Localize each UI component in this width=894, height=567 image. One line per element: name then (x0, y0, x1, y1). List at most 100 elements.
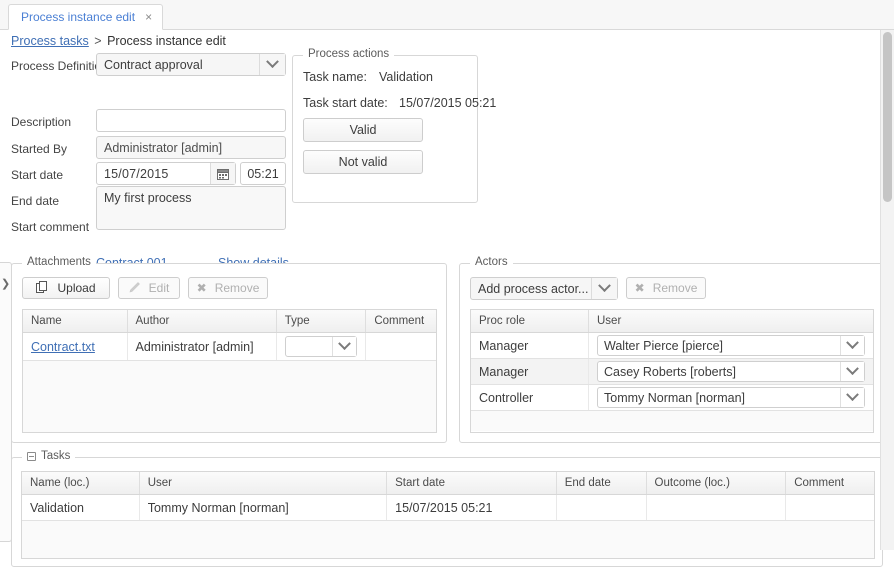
attachments-col-comment: Comment (374, 315, 425, 327)
tasks-col-outcome: Outcome (loc.) (647, 472, 787, 494)
browser-tab-strip: Process instance edit × (0, 0, 894, 30)
remove-attachment-label: Remove (214, 281, 260, 295)
chevron-down-icon[interactable] (332, 337, 357, 356)
browser-tab-process-instance-edit[interactable]: Process instance edit × (8, 4, 164, 30)
table-row[interactable]: Manager Walter Pierce [pierce] (471, 333, 873, 359)
chevron-down-icon[interactable] (840, 388, 864, 407)
attachments-table-header: Name Author Type Comment (23, 310, 436, 333)
vertical-scrollbar-thumb[interactable] (883, 32, 892, 202)
label-description: Description (11, 115, 72, 129)
attachments-table: Name Author Type Comment Contract.txt Ad… (22, 309, 437, 433)
description-input[interactable] (96, 109, 286, 132)
actor-user-select[interactable]: Casey Roberts [roberts] (597, 361, 865, 382)
breadcrumb: Process tasks > Process instance edit (11, 34, 226, 48)
remove-actor-label: Remove (652, 281, 698, 295)
task-start-date-value: 15/07/2015 05:21 (399, 96, 497, 110)
label-start-date: Start date (11, 168, 64, 182)
tasks-table-filler (22, 521, 874, 558)
chevron-down-icon[interactable] (591, 278, 617, 299)
remove-actor-button[interactable]: ✖ Remove (626, 277, 706, 299)
process-actions-legend: Process actions (303, 48, 395, 60)
cross-icon: ✖ (634, 281, 645, 295)
not-valid-button[interactable]: Not valid (303, 150, 423, 174)
table-row[interactable]: Manager Casey Roberts [roberts] (471, 359, 873, 385)
attachments-col-type: Type (277, 310, 367, 332)
table-row[interactable]: Contract.txt Administrator [admin] (23, 333, 436, 361)
attachments-table-filler (23, 361, 436, 432)
chevron-down-icon[interactable] (840, 362, 864, 381)
task-start-date-label: Task start date: (303, 96, 388, 110)
task-comment-cell (786, 495, 874, 520)
tasks-legend: Tasks (41, 450, 71, 462)
start-comment-textarea[interactable]: My first process (96, 186, 286, 230)
started-by-input[interactable]: Administrator [admin] (96, 136, 286, 159)
tasks-col-name: Name (loc.) (22, 472, 140, 494)
actors-col-proc-role: Proc role (471, 310, 589, 332)
chevron-down-icon[interactable] (259, 54, 285, 75)
task-user-cell: Tommy Norman [norman] (140, 495, 388, 520)
process-actions-panel: Process actions Task name: Validation Ta… (292, 48, 496, 203)
add-process-actor-value: Add process actor... (478, 281, 589, 296)
close-icon[interactable]: × (145, 11, 152, 23)
actor-user-value: Walter Pierce [pierce] (604, 338, 724, 353)
actor-user-cell: Tommy Norman [norman] (589, 385, 873, 410)
actor-user-select[interactable]: Tommy Norman [norman] (597, 387, 865, 408)
edit-button-label: Edit (148, 281, 170, 295)
attachment-type-select[interactable] (284, 336, 358, 357)
breadcrumb-link-process-tasks[interactable]: Process tasks (11, 34, 89, 48)
actors-panel: Actors Add process actor... ✖ Remove Pro… (459, 256, 883, 443)
actors-col-user: User (597, 315, 622, 327)
cross-icon: ✖ (196, 281, 207, 295)
task-name-cell: Validation (22, 495, 140, 520)
start-time-input[interactable]: 05:21 (240, 162, 286, 185)
attachment-name-cell: Contract.txt (23, 333, 128, 360)
task-end-date-cell (557, 495, 647, 520)
start-date-input[interactable]: 15/07/2015 (96, 162, 236, 185)
label-end-date: End date (11, 194, 60, 208)
attachment-comment-cell (366, 333, 436, 360)
label-process-definition: Process Definition (11, 59, 108, 73)
actors-table-header: Proc role User (471, 310, 873, 333)
tasks-col-user: User (140, 472, 388, 494)
attachments-panel: Attachments Upload Edit ✖ Remove Name Au… (11, 256, 447, 443)
actor-role-cell: Manager (471, 333, 589, 358)
actor-user-select[interactable]: Walter Pierce [pierce] (597, 335, 865, 356)
tasks-col-start-date: Start date (387, 472, 557, 494)
add-process-actor-select[interactable]: Add process actor... (470, 277, 618, 300)
pencil-icon (129, 281, 141, 295)
task-name-label: Task name: (303, 70, 367, 84)
upload-files-icon (36, 280, 49, 296)
actor-role-cell: Controller (471, 385, 589, 410)
tasks-table: Name (loc.) User Start date End date Out… (21, 471, 875, 559)
collapse-icon[interactable] (27, 451, 36, 461)
actor-user-value: Tommy Norman [norman] (604, 390, 746, 405)
edit-button[interactable]: Edit (118, 277, 180, 299)
actors-legend: Actors (470, 256, 513, 268)
actors-table-filler (471, 411, 873, 431)
actor-user-cell: Casey Roberts [roberts] (589, 359, 873, 384)
attachments-legend: Attachments (22, 256, 96, 268)
tasks-legend-wrap[interactable]: Tasks (22, 450, 76, 462)
valid-button[interactable]: Valid (303, 118, 423, 142)
remove-attachment-button[interactable]: ✖ Remove (188, 277, 268, 299)
table-row[interactable]: Controller Tommy Norman [norman] (471, 385, 873, 411)
start-date-value: 15/07/2015 (104, 166, 169, 181)
chevron-down-icon[interactable] (840, 336, 864, 355)
label-started-by: Started By (11, 142, 68, 156)
actors-table: Proc role User Manager Walter Pierce [pi… (470, 309, 874, 433)
upload-button-label: Upload (57, 281, 96, 295)
vertical-scrollbar[interactable] (880, 30, 894, 550)
task-start-date-cell: 15/07/2015 05:21 (387, 495, 557, 520)
attachments-col-name: Name (23, 310, 128, 332)
breadcrumb-current: Process instance edit (107, 34, 226, 48)
actor-role-cell: Manager (471, 359, 589, 384)
calendar-icon[interactable] (210, 163, 235, 184)
tasks-col-end-date: End date (557, 472, 647, 494)
tasks-table-header: Name (loc.) User Start date End date Out… (22, 472, 874, 495)
process-definition-select[interactable]: Contract approval (96, 53, 286, 76)
attachment-type-cell (277, 333, 367, 360)
label-start-comment: Start comment (11, 220, 90, 234)
table-row[interactable]: Validation Tommy Norman [norman] 15/07/2… (22, 495, 874, 521)
upload-button[interactable]: Upload (22, 277, 110, 299)
attachment-name-link[interactable]: Contract.txt (31, 340, 95, 354)
